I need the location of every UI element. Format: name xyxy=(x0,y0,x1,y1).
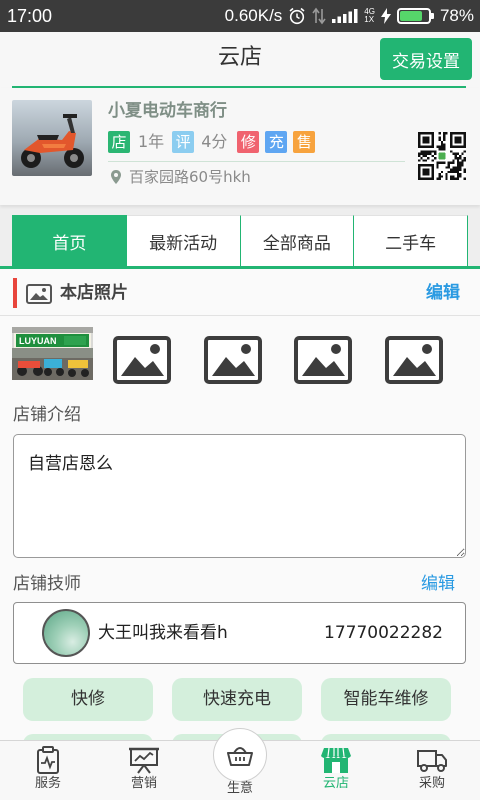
tab-all-products[interactable]: 全部商品 xyxy=(240,215,355,266)
storefront-sign: LUYUAN xyxy=(19,336,57,346)
store-name: 小夏电动车商行 xyxy=(108,101,227,121)
clipboard-icon xyxy=(37,746,59,774)
store-years: 1年 xyxy=(138,132,165,151)
truck-icon xyxy=(417,750,447,772)
nav-center-button[interactable] xyxy=(213,728,267,782)
nav-icon-wrap xyxy=(96,745,192,775)
qr-finder xyxy=(418,132,434,148)
skill-tag[interactable]: 智能车维修 xyxy=(321,678,451,721)
rating-badge: 评 xyxy=(172,131,195,153)
network-type-secondary: 1X xyxy=(364,15,375,24)
basket-icon xyxy=(227,747,253,766)
edit-technicians-button[interactable]: 编辑 xyxy=(421,573,455,595)
image-placeholder-icon[interactable] xyxy=(113,336,171,384)
tab-used-cars[interactable]: 二手车 xyxy=(354,215,468,266)
section-title: 本店照片 xyxy=(60,283,128,303)
nav-label: 生意 xyxy=(226,781,253,796)
technician-phone: 17770022282 xyxy=(324,623,443,643)
image-placeholder-icon[interactable] xyxy=(385,336,443,384)
service-badge-repair: 修 xyxy=(237,131,260,153)
intro-label: 店铺介绍 xyxy=(13,405,81,425)
status-bar: 17:00 0.60K/s 4G 1X 78% xyxy=(0,0,480,32)
battery-percent: 78% xyxy=(439,6,474,25)
header: 云店 交易设置 xyxy=(0,32,480,88)
service-badge-sale: 售 xyxy=(293,131,316,153)
tab-latest-activities[interactable]: 最新活动 xyxy=(126,215,241,266)
section-marker xyxy=(13,278,17,308)
status-indicators: 0.60K/s 4G 1X 78% xyxy=(225,0,474,32)
nav-label: 营销 xyxy=(130,776,157,791)
nav-item-business[interactable]: 生意 xyxy=(192,728,288,800)
service-badge-charge: 充 xyxy=(265,131,288,153)
technician-row[interactable]: 大王叫我来看看h 17770022282 xyxy=(13,602,466,664)
nav-item-service[interactable]: 服务 xyxy=(0,741,96,800)
technician-name: 大王叫我来看看h xyxy=(98,623,228,643)
store-info-card: 小夏电动车商行 店 1年 评 4分 修 充 售 百家园路60号hkh xyxy=(0,88,480,205)
nav-label: 服务 xyxy=(34,776,61,791)
qr-center-logo xyxy=(438,152,446,160)
skill-tag[interactable]: 快速充电 xyxy=(172,678,302,721)
presentation-board-icon xyxy=(129,747,159,774)
store-avatar-photo xyxy=(12,100,92,176)
qr-finder xyxy=(450,132,466,148)
battery-icon xyxy=(396,8,434,24)
charging-icon xyxy=(380,8,391,24)
alarm-icon xyxy=(289,7,305,25)
store-tabs: 首页 最新活动 全部商品 二手车 xyxy=(12,215,468,266)
signal-icon xyxy=(332,9,358,23)
network-type: 4G 1X xyxy=(364,8,375,24)
store-info-divider xyxy=(108,161,405,162)
data-transfer-icon xyxy=(312,7,326,25)
nav-label: 云店 xyxy=(322,776,349,791)
store-badge: 店 xyxy=(108,131,130,153)
avatar xyxy=(42,609,90,657)
qr-code[interactable] xyxy=(418,132,466,180)
store-intro-textarea[interactable]: 自营店恩么 xyxy=(13,434,466,558)
technicians-label: 店铺技师 xyxy=(13,574,81,594)
nav-icon-wrap xyxy=(288,745,384,775)
store-badges: 店 1年 评 4分 修 充 售 xyxy=(108,131,316,153)
storefront-icon xyxy=(321,747,351,773)
nav-icon-wrap xyxy=(0,745,96,775)
nav-icon-wrap xyxy=(384,745,480,775)
store-rating: 4分 xyxy=(201,132,228,151)
picture-icon xyxy=(26,284,52,304)
status-time: 17:00 xyxy=(7,6,53,26)
nav-item-marketing[interactable]: 营销 xyxy=(96,741,192,800)
photos-section-header: 本店照片 编辑 xyxy=(0,269,480,316)
network-speed: 0.60K/s xyxy=(224,6,283,25)
location-pin-icon xyxy=(111,170,121,184)
battery-level xyxy=(399,11,422,21)
nav-item-cloud-store[interactable]: 云店 xyxy=(288,741,384,800)
tab-home[interactable]: 首页 xyxy=(12,215,127,266)
bottom-nav: 服务 营销 生意 云店 采购 xyxy=(0,728,480,800)
image-placeholder-icon[interactable] xyxy=(294,336,352,384)
storefront-photo[interactable]: LUYUAN xyxy=(12,327,93,380)
skill-tag[interactable]: 快修 xyxy=(23,678,153,721)
qr-finder xyxy=(418,164,434,180)
trade-settings-button[interactable]: 交易设置 xyxy=(380,38,472,80)
nav-label: 采购 xyxy=(418,776,445,791)
storefront-image: LUYUAN xyxy=(12,327,93,380)
edit-photos-button[interactable]: 编辑 xyxy=(426,282,460,304)
nav-item-purchase[interactable]: 采购 xyxy=(384,741,480,800)
store-address: 百家园路60号hkh xyxy=(129,168,251,186)
scooter-photo xyxy=(12,100,92,176)
image-placeholder-icon[interactable] xyxy=(204,336,262,384)
